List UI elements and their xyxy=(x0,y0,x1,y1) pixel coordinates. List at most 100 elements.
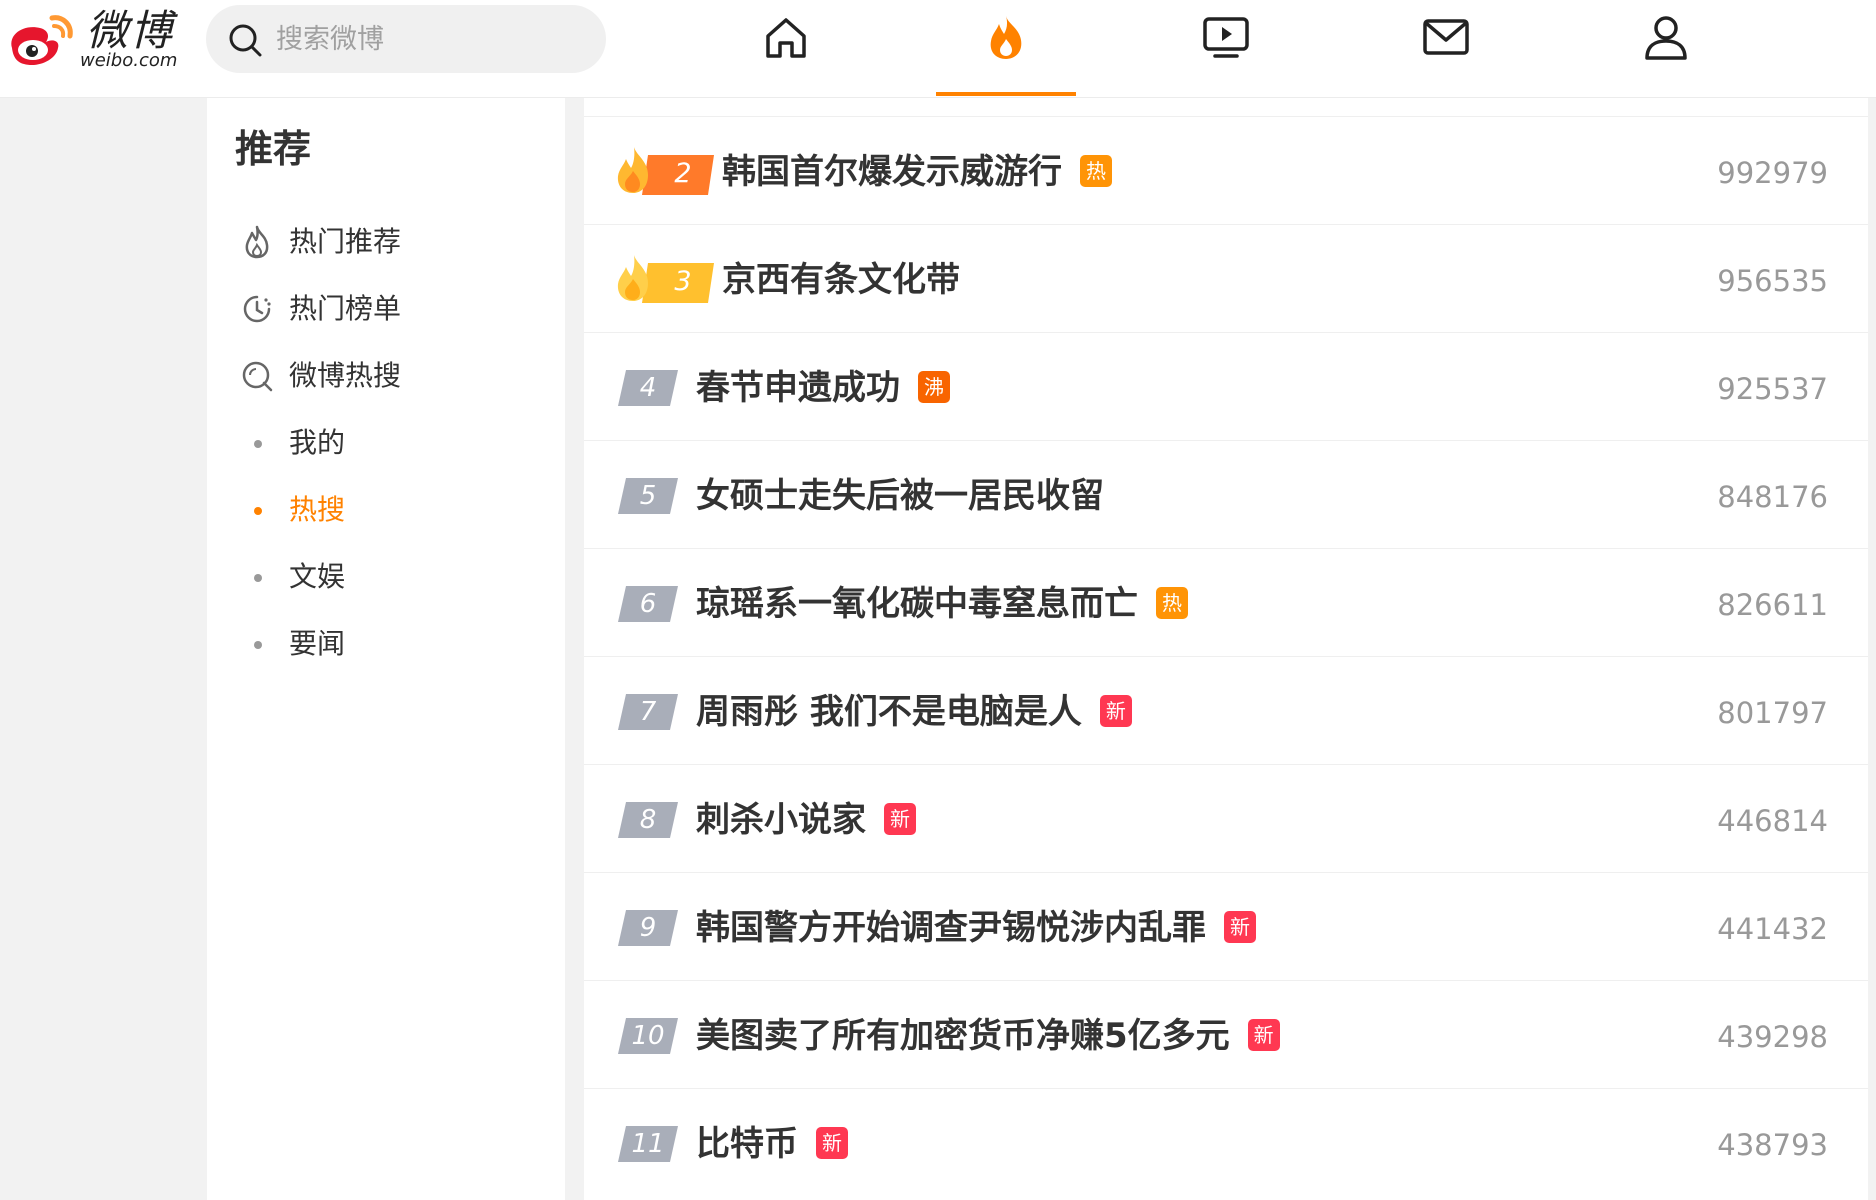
search-input[interactable] xyxy=(274,17,584,61)
search-circle-icon xyxy=(242,361,273,392)
nav-active-indicator xyxy=(936,92,1076,96)
hot-search-row[interactable]: 4 春节申遗成功沸 925537 xyxy=(584,332,1868,440)
hot-search-row[interactable]: 5 女硕士走失后被一居民收留 848176 xyxy=(584,440,1868,548)
nav-hot[interactable] xyxy=(936,0,1076,96)
sidebar-item-label: 热门推荐 xyxy=(289,225,402,258)
rank-badge: 3 xyxy=(614,249,714,303)
heat-count: 446814 xyxy=(1717,804,1828,838)
bullet-icon xyxy=(254,507,262,515)
new-badge: 新 xyxy=(816,1126,848,1159)
sidebar-item-hot-ranking[interactable]: 热门榜单 xyxy=(207,279,565,339)
hot-search-row[interactable]: 9 韩国警方开始调查尹锡悦涉内乱罪新 441432 xyxy=(584,872,1868,980)
hot-search-row[interactable]: 3 京西有条文化带 956535 xyxy=(584,224,1868,332)
row-title-wrap: 韩国警方开始调查尹锡悦涉内乱罪新 xyxy=(696,906,1256,950)
fire-outline-icon xyxy=(245,225,269,259)
mail-icon xyxy=(1423,19,1469,55)
clock-icon xyxy=(243,295,271,323)
user-icon xyxy=(1645,16,1687,60)
weibo-logo-icon xyxy=(11,15,73,66)
hot-search-row[interactable]: 10 美图卖了所有加密货币净赚5亿多元新 439298 xyxy=(584,980,1868,1088)
rank-badge: 2 xyxy=(614,141,714,195)
row-title: 比特币 xyxy=(696,1124,798,1164)
hot-badge: 热 xyxy=(1080,154,1112,187)
row-title-wrap: 琼瑶系一氧化碳中毒窒息而亡热 xyxy=(696,582,1188,626)
boil-badge: 沸 xyxy=(918,370,950,403)
hot-search-row[interactable]: 7 周雨彤 我们不是电脑是人新 801797 xyxy=(584,656,1868,764)
heat-count: 992979 xyxy=(1717,156,1828,190)
sidebar: 推荐 热门推荐 热门榜单 微博热搜 我的 热搜 文娱 要闻 xyxy=(207,98,565,1200)
heat-count: 925537 xyxy=(1717,372,1828,406)
row-title-wrap: 周雨彤 我们不是电脑是人新 xyxy=(696,690,1132,734)
nav-home[interactable] xyxy=(716,0,856,96)
new-badge: 新 xyxy=(884,802,916,835)
sidebar-item-hot-search[interactable]: 热搜 xyxy=(207,480,565,540)
sidebar-item-label: 文娱 xyxy=(289,560,346,593)
rank-badge: 10 xyxy=(618,1018,678,1054)
hot-search-row[interactable]: 11 比特币新 438793 xyxy=(584,1088,1868,1196)
sidebar-item-mine[interactable]: 我的 xyxy=(207,413,565,473)
bullet-icon xyxy=(254,440,262,448)
heat-count: 848176 xyxy=(1717,480,1828,514)
top-bar: 微博 weibo.com xyxy=(0,0,1876,98)
rank-badge: 9 xyxy=(618,910,678,946)
row-title: 京西有条文化带 xyxy=(722,260,960,300)
logo-sub: weibo.com xyxy=(80,50,178,71)
row-title: 周雨彤 我们不是电脑是人 xyxy=(696,692,1082,732)
hot-search-list: 2 韩国首尔爆发示威游行热 992979 3 京西有条文化带 956535 4 … xyxy=(584,98,1868,1200)
rank-badge: 11 xyxy=(618,1126,678,1162)
nav-profile[interactable] xyxy=(1596,0,1736,96)
sidebar-item-label: 我的 xyxy=(289,426,346,459)
heat-count: 439298 xyxy=(1717,1020,1828,1054)
weibo-logo[interactable]: 微博 weibo.com xyxy=(2,4,182,74)
rank-badge: 5 xyxy=(618,478,678,514)
nav-messages[interactable] xyxy=(1376,0,1516,96)
rank-number: 2 xyxy=(674,158,692,189)
row-title: 刺杀小说家 xyxy=(696,800,866,840)
row-title: 女硕士走失后被一居民收留 xyxy=(696,476,1104,516)
rank-badge: 6 xyxy=(618,586,678,622)
hot-search-row[interactable]: 2 韩国首尔爆发示威游行热 992979 xyxy=(584,116,1868,224)
row-title-wrap: 京西有条文化带 xyxy=(722,258,960,302)
sidebar-title: 推荐 xyxy=(235,127,312,171)
sidebar-item-news[interactable]: 要闻 xyxy=(207,614,565,674)
heat-count: 441432 xyxy=(1717,912,1828,946)
home-icon xyxy=(766,18,806,58)
row-title: 春节申遗成功 xyxy=(696,368,900,408)
rank-number: 3 xyxy=(674,266,692,297)
nav-video[interactable] xyxy=(1156,0,1296,96)
new-badge: 新 xyxy=(1247,1018,1280,1051)
row-title-wrap: 女硕士走失后被一居民收留 xyxy=(696,474,1104,518)
bullet-icon xyxy=(254,574,262,582)
new-badge: 新 xyxy=(1099,694,1132,727)
sidebar-item-label: 热门榜单 xyxy=(289,292,402,325)
row-title-wrap: 韩国首尔爆发示威游行热 xyxy=(722,150,1112,194)
sidebar-item-label: 微博热搜 xyxy=(289,359,402,392)
rank-badge: 4 xyxy=(618,370,678,406)
hot-search-row[interactable]: 6 琼瑶系一氧化碳中毒窒息而亡热 826611 xyxy=(584,548,1868,656)
heat-count: 801797 xyxy=(1717,696,1828,730)
row-title-wrap: 刺杀小说家新 xyxy=(696,798,916,842)
row-title-wrap: 比特币新 xyxy=(696,1122,848,1166)
hot-search-row[interactable]: 8 刺杀小说家新 446814 xyxy=(584,764,1868,872)
sidebar-item-entertainment[interactable]: 文娱 xyxy=(207,547,565,607)
logo-text: 微博 xyxy=(86,6,175,55)
sidebar-item-label: 要闻 xyxy=(289,627,346,660)
row-title: 韩国首尔爆发示威游行 xyxy=(722,152,1062,192)
search-box[interactable] xyxy=(206,5,606,73)
row-title-wrap: 春节申遗成功沸 xyxy=(696,366,950,410)
bullet-icon xyxy=(254,641,262,649)
fire-icon xyxy=(990,16,1022,59)
search-icon xyxy=(229,24,262,57)
sidebar-item-weibo-hot-search[interactable]: 微博热搜 xyxy=(207,346,565,406)
sidebar-item-hot-recommend[interactable]: 热门推荐 xyxy=(207,212,565,272)
row-title-wrap: 美图卖了所有加密货币净赚5亿多元新 xyxy=(696,1014,1280,1058)
heat-count: 826611 xyxy=(1717,588,1828,622)
heat-count: 956535 xyxy=(1717,264,1828,298)
video-icon xyxy=(1203,17,1249,58)
sidebar-item-label: 热搜 xyxy=(289,493,346,526)
rank-badge: 8 xyxy=(618,802,678,838)
row-title: 美图卖了所有加密货币净赚5亿多元 xyxy=(696,1016,1230,1056)
row-title: 韩国警方开始调查尹锡悦涉内乱罪 xyxy=(696,908,1206,948)
row-title: 琼瑶系一氧化碳中毒窒息而亡 xyxy=(696,584,1138,624)
rank-badge: 7 xyxy=(618,694,678,730)
